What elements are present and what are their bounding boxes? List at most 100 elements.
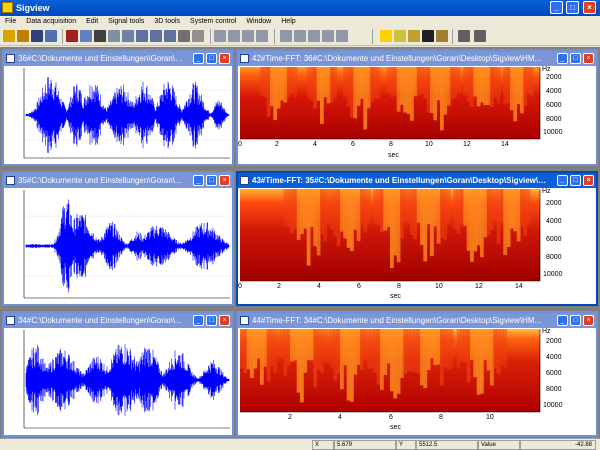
export-icon[interactable] bbox=[436, 30, 448, 42]
minimize-icon[interactable]: _ bbox=[193, 175, 204, 186]
spectrogram-band bbox=[440, 329, 444, 386]
close-icon[interactable]: × bbox=[219, 175, 230, 186]
spectrogram-band bbox=[370, 67, 374, 103]
mdi-workspace: 36#C:\Dokumente und Einstellungen\Goran\… bbox=[0, 47, 600, 438]
spectrogram-window-42[interactable]: 42#Time-FFT: 36#C:\Dokumente und Einstel… bbox=[236, 49, 598, 166]
spectrogram-band bbox=[393, 189, 398, 256]
cursor-icon[interactable] bbox=[94, 30, 106, 42]
y-tick: 6000 bbox=[546, 102, 562, 109]
spectrogram-band bbox=[456, 329, 461, 369]
minimize-icon[interactable]: _ bbox=[550, 1, 563, 14]
scale-icon[interactable] bbox=[192, 30, 204, 42]
menu-file[interactable]: File bbox=[0, 16, 21, 27]
markers-icon[interactable] bbox=[408, 30, 420, 42]
zoom-out-icon[interactable] bbox=[164, 30, 176, 42]
menu-3d-tools[interactable]: 3D tools bbox=[149, 16, 185, 27]
signal-window-36[interactable]: 36#C:\Dokumente und Einstellungen\Goran\… bbox=[2, 49, 234, 166]
calculator-icon[interactable] bbox=[336, 30, 348, 42]
menu-edit[interactable]: Edit bbox=[81, 16, 103, 27]
spectrogram-band bbox=[486, 67, 491, 105]
step-forward-icon[interactable] bbox=[242, 30, 254, 42]
minimize-icon[interactable]: _ bbox=[557, 315, 568, 326]
close-icon[interactable]: × bbox=[219, 53, 230, 64]
spectrogram-band bbox=[443, 329, 448, 368]
menu-help[interactable]: Help bbox=[276, 16, 300, 27]
spectrogram-band bbox=[510, 67, 514, 111]
close-icon[interactable]: × bbox=[583, 53, 594, 64]
record-icon[interactable] bbox=[422, 30, 434, 42]
x-tick: 6 bbox=[357, 283, 361, 290]
spectrogram-plot[interactable]: Hz 2000 4000 6000 8000 10000 2 4 6 8 10 … bbox=[238, 328, 596, 435]
spectrogram-band bbox=[496, 189, 501, 244]
spectrogram-band bbox=[386, 67, 391, 93]
menu-window[interactable]: Window bbox=[241, 16, 276, 27]
pause-icon[interactable] bbox=[256, 30, 268, 42]
save-all-icon[interactable] bbox=[45, 30, 57, 42]
spectrogram-window-43[interactable]: 43#Time-FFT: 35#C:\Dokumente und Einstel… bbox=[236, 171, 598, 306]
signal-icon[interactable] bbox=[80, 30, 92, 42]
pan-icon[interactable] bbox=[178, 30, 190, 42]
copy-icon[interactable] bbox=[108, 30, 120, 42]
spectrogram-plot[interactable]: Hz 2000 4000 6000 8000 10000 0 2 4 6 8 1… bbox=[238, 188, 596, 304]
maximize-icon[interactable]: □ bbox=[566, 1, 579, 14]
window-title: 44#Time-FFT: 34#C:\Dokumente und Einstel… bbox=[252, 316, 542, 325]
menu-signal-tools[interactable]: Signal tools bbox=[103, 16, 149, 27]
minimize-icon[interactable]: _ bbox=[557, 53, 568, 64]
spectrogram-band bbox=[496, 67, 501, 104]
spectrogram-band bbox=[476, 329, 481, 395]
spectrogram-window-44[interactable]: 44#Time-FFT: 34#C:\Dokumente und Einstel… bbox=[236, 311, 598, 437]
maximize-icon[interactable]: □ bbox=[206, 53, 217, 64]
waveform-plot[interactable] bbox=[4, 66, 232, 164]
signal-window-35[interactable]: 35#C:\Dokumente und Einstellungen\Goran\… bbox=[2, 171, 234, 306]
close-icon[interactable]: × bbox=[583, 1, 596, 14]
x-tick: 0 bbox=[238, 283, 242, 290]
measure-icon[interactable] bbox=[322, 30, 334, 42]
open-file-icon[interactable] bbox=[17, 30, 29, 42]
window-title-bar[interactable]: 44#Time-FFT: 34#C:\Dokumente und Einstel… bbox=[238, 313, 596, 328]
maximize-icon[interactable]: □ bbox=[570, 175, 581, 186]
spectrum-icon[interactable] bbox=[66, 30, 78, 42]
maximize-icon[interactable]: □ bbox=[206, 315, 217, 326]
tree-icon[interactable] bbox=[474, 30, 486, 42]
close-icon[interactable]: × bbox=[583, 175, 594, 186]
spectrogram-band bbox=[466, 329, 471, 383]
save-icon[interactable] bbox=[31, 30, 43, 42]
peak-icon[interactable] bbox=[394, 30, 406, 42]
play-icon[interactable] bbox=[228, 30, 240, 42]
waveform-plot[interactable] bbox=[4, 188, 232, 304]
menu-data-acquisition[interactable]: Data acquisition bbox=[21, 16, 81, 27]
color-map-icon[interactable] bbox=[380, 30, 392, 42]
close-icon[interactable]: × bbox=[583, 315, 594, 326]
maximize-icon[interactable]: □ bbox=[570, 315, 581, 326]
minimize-icon[interactable]: _ bbox=[193, 315, 204, 326]
grid-icon[interactable] bbox=[308, 30, 320, 42]
step-back-icon[interactable] bbox=[214, 30, 226, 42]
x-axis-unit: sec bbox=[390, 424, 401, 431]
signal-window-34[interactable]: 34#C:\Dokumente und Einstellungen\Goran\… bbox=[2, 311, 234, 437]
maximize-icon[interactable]: □ bbox=[570, 53, 581, 64]
maximize-icon[interactable]: □ bbox=[206, 175, 217, 186]
window-title-bar[interactable]: 42#Time-FFT: 36#C:\Dokumente und Einstel… bbox=[238, 51, 596, 66]
spectrogram-plot[interactable]: Hz 2000 4000 6000 8000 10000 0 2 4 6 8 1… bbox=[238, 66, 596, 164]
open-folder-icon[interactable] bbox=[3, 30, 15, 42]
minimize-icon[interactable]: _ bbox=[193, 53, 204, 64]
window-title-bar[interactable]: 34#C:\Dokumente und Einstellungen\Goran\… bbox=[4, 313, 232, 328]
paste-icon[interactable] bbox=[122, 30, 134, 42]
spectrogram-band bbox=[396, 189, 401, 263]
window-title-bar[interactable]: 35#C:\Dokumente und Einstellungen\Goran\… bbox=[4, 173, 232, 188]
spectrogram-band bbox=[286, 189, 291, 228]
window-title-bar[interactable]: 43#Time-FFT: 35#C:\Dokumente und Einstel… bbox=[238, 173, 596, 188]
minimize-icon[interactable]: _ bbox=[557, 175, 568, 186]
spectrogram-band bbox=[443, 67, 448, 115]
spectrogram-band bbox=[453, 189, 458, 230]
window-title-bar[interactable]: 36#C:\Dokumente und Einstellungen\Goran\… bbox=[4, 51, 232, 66]
app-logo-icon bbox=[2, 2, 13, 13]
zoom-icon[interactable] bbox=[136, 30, 148, 42]
menu-system-control[interactable]: System control bbox=[185, 16, 241, 27]
tile-icon[interactable] bbox=[458, 30, 470, 42]
close-icon[interactable]: × bbox=[219, 315, 230, 326]
levels-icon[interactable] bbox=[294, 30, 306, 42]
waveform-plot[interactable] bbox=[4, 328, 232, 435]
bars-icon[interactable] bbox=[280, 30, 292, 42]
zoom-in-icon[interactable] bbox=[150, 30, 162, 42]
